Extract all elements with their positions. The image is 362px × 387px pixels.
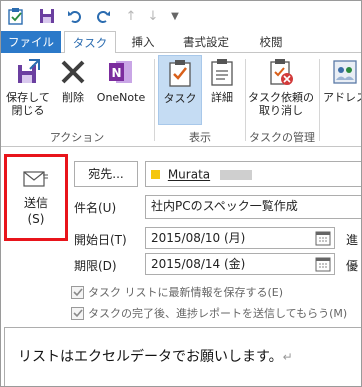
start-date-value: 2015/08/10 (月) xyxy=(151,231,246,245)
customize-toolbar-icon[interactable]: ▼ xyxy=(167,6,183,26)
ribbon-tabs: ファイル タスク 挿入 書式設定 校閲 xyxy=(1,31,361,54)
tab-task[interactable]: タスク xyxy=(64,31,116,54)
due-date-input[interactable]: 2015/08/14 (金) xyxy=(145,253,335,275)
task-body-content: リストはエクセルデータでお願いします。 xyxy=(18,349,283,365)
calendar-icon[interactable] xyxy=(315,256,331,272)
group-separator xyxy=(319,59,320,141)
recipient-name[interactable]: Murata xyxy=(168,168,210,182)
save-icon[interactable] xyxy=(37,6,57,26)
delete-label: 削除 xyxy=(62,91,84,104)
priority-label-cut: 優 xyxy=(346,259,359,273)
onenote-button[interactable]: N OneNote xyxy=(93,55,149,104)
quick-access-toolbar: ↑ ↓ ▼ xyxy=(1,1,361,31)
status-report-checkbox-row[interactable]: タスクの完了後、進捗レポートを送信してもらう(M) xyxy=(71,305,347,321)
checkmark-icon xyxy=(72,309,83,318)
view-task-label: タスク xyxy=(163,92,197,105)
undo-icon[interactable] xyxy=(65,6,85,26)
due-date-label: 期限(D) xyxy=(74,259,117,273)
to-button[interactable]: 宛先... xyxy=(74,161,138,187)
cancel-assign-icon xyxy=(265,55,297,89)
due-date-value: 2015/08/14 (金) xyxy=(151,257,246,271)
tab-review[interactable]: 校閲 xyxy=(247,31,295,53)
tab-format[interactable]: 書式設定 xyxy=(171,31,241,53)
save-latest-checkbox-row[interactable]: タスク リストに最新情報を保存する(E) xyxy=(71,284,283,300)
view-details-button[interactable]: 詳細 xyxy=(204,55,240,104)
details-clipboard-icon xyxy=(206,55,238,89)
paragraph-mark-icon: ↵ xyxy=(282,350,293,364)
save-close-button[interactable]: 保存して 閉じる xyxy=(3,55,53,117)
group-label-manage: タスクの管理 xyxy=(249,131,315,144)
save-close-label-1: 保存して xyxy=(6,91,50,104)
ribbon: 保存して 閉じる 削除 N OneNote アクション タスク 詳細 表示 タス… xyxy=(1,53,361,147)
task-app-icon xyxy=(7,6,27,26)
onenote-icon: N xyxy=(105,55,137,89)
delete-button[interactable]: 削除 xyxy=(55,55,91,104)
to-field[interactable]: Murata xyxy=(145,161,361,187)
start-date-input[interactable]: 2015/08/10 (月) xyxy=(145,227,335,249)
cancel-assign-label-2: 取り消し xyxy=(259,104,303,117)
address-book-button[interactable]: アドレス xyxy=(323,55,361,104)
view-details-label: 詳細 xyxy=(211,91,233,104)
group-label-show: 表示 xyxy=(189,131,211,144)
envelope-icon xyxy=(23,170,48,187)
task-clipboard-icon xyxy=(164,56,196,90)
start-date-label: 開始日(T) xyxy=(74,233,127,247)
subject-input[interactable]: 社内PCのスペック一覧作成 xyxy=(145,195,361,219)
arrow-down-icon[interactable]: ↓ xyxy=(145,6,161,26)
status-report-label: タスクの完了後、進捗レポートを送信してもらう(M) xyxy=(88,307,348,320)
task-body-editor[interactable]: リストはエクセルデータでお願いします。↵ xyxy=(4,327,361,386)
tab-file[interactable]: ファイル xyxy=(1,31,61,53)
redo-icon[interactable] xyxy=(93,6,113,26)
onenote-label: OneNote xyxy=(96,91,146,104)
address-book-label: アドレス xyxy=(323,91,361,104)
checkmark-icon xyxy=(72,288,83,297)
task-body-text: リストはエクセルデータでお願いします。↵ xyxy=(18,346,293,366)
save-latest-label: タスク リストに最新情報を保存する(E) xyxy=(88,286,284,299)
svg-text:N: N xyxy=(111,66,121,80)
subject-label: 件名(U) xyxy=(74,201,117,215)
group-separator xyxy=(154,59,155,141)
send-label: 送信 xyxy=(23,195,48,210)
send-button[interactable]: 送信 (S) xyxy=(9,159,63,236)
task-window: ↑ ↓ ▼ ファイル タスク 挿入 書式設定 校閲 保存して 閉じる 削除 N … xyxy=(0,0,362,387)
contact-color-icon xyxy=(151,170,160,179)
task-form: 送信 (S) 宛先... Murata 件名(U) 社内PCのスペック一覧作成 … xyxy=(1,147,361,386)
status-report-checkbox[interactable] xyxy=(71,306,84,320)
group-label-action: アクション xyxy=(49,131,105,144)
save-close-label-2: 閉じる xyxy=(11,104,45,117)
save-close-icon xyxy=(12,55,44,89)
progress-label-cut: 進 xyxy=(346,233,359,247)
send-shortcut: (S) xyxy=(27,211,45,226)
save-latest-checkbox[interactable] xyxy=(71,285,84,299)
redacted-name xyxy=(219,169,252,180)
arrow-up-icon[interactable]: ↑ xyxy=(123,6,139,26)
calendar-icon[interactable] xyxy=(315,230,331,246)
delete-x-icon xyxy=(57,55,89,89)
address-book-icon xyxy=(329,55,361,89)
tab-insert[interactable]: 挿入 xyxy=(121,31,165,53)
cancel-assign-label-1: タスク依頼の xyxy=(248,91,314,104)
send-button-highlight: 送信 (S) xyxy=(4,154,68,241)
cancel-assign-button[interactable]: タスク依頼の 取り消し xyxy=(248,55,314,117)
view-task-button[interactable]: タスク xyxy=(158,55,202,125)
